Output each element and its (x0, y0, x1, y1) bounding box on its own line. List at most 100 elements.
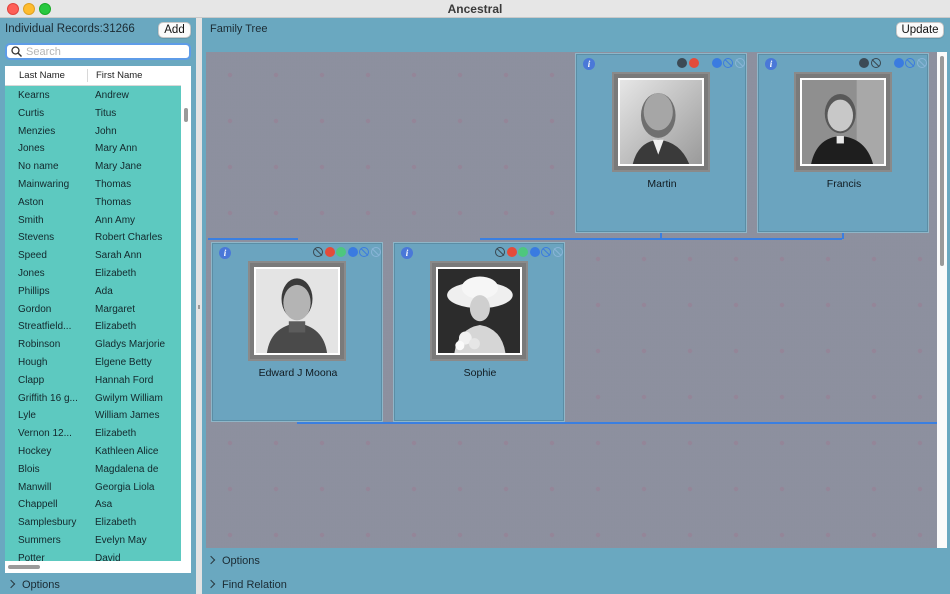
first-name-cell: Ada (95, 285, 113, 297)
table-row[interactable]: Menzies John (5, 123, 181, 141)
table-row[interactable]: Clapp Hannah Ford (5, 372, 181, 390)
status-dot-empty[interactable] (905, 58, 915, 68)
table-row[interactable]: Jones Mary Ann (5, 140, 181, 158)
table-row[interactable]: Streatfield... Elizabeth (5, 318, 181, 336)
first-name-cell: William James (95, 410, 160, 422)
status-dot-red[interactable] (688, 58, 699, 68)
column-header-last-name[interactable]: Last Name (19, 70, 65, 81)
status-dot-dark[interactable] (677, 58, 687, 68)
table-row[interactable]: Speed Sarah Ann (5, 247, 181, 265)
table-row[interactable]: Hough Elgene Betty (5, 354, 181, 372)
status-dot-blue[interactable] (529, 247, 540, 257)
status-dots[interactable] (859, 58, 927, 70)
column-divider[interactable] (87, 69, 88, 82)
first-name-cell: Asa (95, 499, 113, 511)
status-dot-green[interactable] (336, 247, 346, 257)
status-dot-empty[interactable] (723, 58, 733, 68)
records-table[interactable]: Last Name First Name Kearns Andrew Curtis T… (5, 66, 191, 573)
table-row[interactable]: Stevens Robert Charles (5, 229, 181, 247)
status-dot-empty[interactable] (359, 247, 369, 257)
table-row[interactable]: No name Mary Jane (5, 158, 181, 176)
table-row[interactable]: Vernon 12... Elizabeth (5, 425, 181, 443)
table-row[interactable]: Manwill Georgia Liola (5, 479, 181, 497)
first-name-cell: Thomas (95, 196, 132, 208)
status-dot-blue[interactable] (711, 58, 722, 68)
status-dot-dark[interactable] (859, 58, 869, 68)
table-row[interactable]: Samplesbury Elizabeth (5, 514, 181, 532)
status-dots[interactable] (677, 58, 745, 70)
table-row[interactable]: Chappell Asa (5, 496, 181, 514)
table-row[interactable]: Blois Magdalena de (5, 461, 181, 479)
person-card-sophie[interactable]: i Sophie (393, 242, 565, 422)
table-row[interactable]: Griffith 16 g... Gwilym William (5, 390, 181, 408)
status-dot-empty[interactable] (541, 247, 551, 257)
status-dot-blue[interactable] (893, 58, 904, 68)
table-row[interactable]: Gordon Margaret (5, 301, 181, 319)
person-card-francis[interactable]: i Francis (757, 53, 929, 233)
status-dot-empty[interactable] (552, 247, 563, 257)
table-row[interactable]: Kearns Andrew (5, 87, 181, 105)
status-dot-empty[interactable] (734, 58, 745, 68)
table-row[interactable]: Smith Ann Amy (5, 212, 181, 230)
table-row[interactable]: Summers Evelyn May (5, 532, 181, 550)
last-name-cell: No name (18, 161, 59, 173)
table-row[interactable]: Curtis Titus (5, 105, 181, 123)
table-row[interactable]: Aston Thomas (5, 194, 181, 212)
column-header-first-name[interactable]: First Name (96, 70, 142, 81)
table-vertical-scrollbar[interactable] (181, 66, 191, 573)
status-dot-empty[interactable] (495, 247, 505, 257)
status-dot-red[interactable] (506, 247, 517, 257)
status-dots[interactable] (495, 247, 563, 259)
window-title: Ancestral (447, 2, 503, 16)
add-record-button[interactable]: Add (158, 22, 191, 38)
status-dot-empty[interactable] (916, 58, 927, 68)
table-row[interactable]: Hockey Kathleen Alice (5, 443, 181, 461)
first-name-cell: Elizabeth (95, 428, 137, 440)
info-icon[interactable]: i (765, 58, 777, 70)
table-row[interactable]: Lyle William James (5, 407, 181, 425)
tree-connector (297, 422, 937, 424)
scroll-thumb[interactable] (8, 565, 40, 569)
last-name-cell: Samplesbury (18, 517, 77, 529)
tree-vertical-scrollbar[interactable] (937, 52, 947, 548)
first-name-cell: Mary Jane (95, 161, 142, 173)
info-icon[interactable]: i (583, 58, 595, 70)
status-dot-empty[interactable] (313, 247, 323, 257)
person-card-martin[interactable]: i Martin (575, 53, 747, 233)
family-tree-canvas[interactable]: i Martin i Francis i Edward J Moona i So… (206, 52, 947, 548)
first-name-cell: Gwilym William (95, 392, 163, 404)
table-horizontal-scrollbar[interactable] (5, 561, 181, 573)
info-icon[interactable]: i (219, 247, 231, 259)
scroll-thumb[interactable] (184, 108, 188, 122)
table-row[interactable]: Jones Elizabeth (5, 265, 181, 283)
status-dot-empty[interactable] (870, 58, 881, 68)
find-relation-disclosure[interactable]: Find Relation (206, 579, 287, 591)
last-name-cell: Phillips (18, 285, 50, 297)
portrait-photo (436, 267, 522, 355)
status-dots[interactable] (313, 247, 381, 259)
scroll-thumb[interactable] (940, 56, 944, 266)
tree-options-disclosure[interactable]: Options (206, 555, 260, 567)
person-card-edward-j-moona[interactable]: i Edward J Moona (211, 242, 383, 422)
status-dot-empty[interactable] (370, 247, 381, 257)
first-name-cell: John (95, 125, 117, 137)
table-row[interactable]: Robinson Gladys Marjorie (5, 336, 181, 354)
info-icon[interactable]: i (401, 247, 413, 259)
options-disclosure[interactable]: Options (6, 579, 60, 591)
table-row[interactable]: Phillips Ada (5, 283, 181, 301)
records-count-label: Individual Records:31266 (5, 23, 135, 35)
search-field[interactable] (5, 43, 191, 60)
last-name-cell: Speed (18, 250, 47, 262)
first-name-cell: Elgene Betty (95, 356, 152, 368)
divider-handle[interactable] (198, 305, 200, 309)
update-button[interactable]: Update (896, 22, 944, 38)
status-dot-red[interactable] (324, 247, 335, 257)
first-name-cell: Ann Amy (95, 214, 136, 226)
status-dot-blue[interactable] (347, 247, 358, 257)
last-name-cell: Jones (18, 143, 45, 155)
status-dot-green[interactable] (518, 247, 528, 257)
search-input[interactable] (26, 45, 186, 58)
table-row[interactable]: Mainwaring Thomas (5, 176, 181, 194)
first-name-cell: Georgia Liola (95, 481, 155, 493)
last-name-cell: Vernon 12... (18, 428, 72, 440)
